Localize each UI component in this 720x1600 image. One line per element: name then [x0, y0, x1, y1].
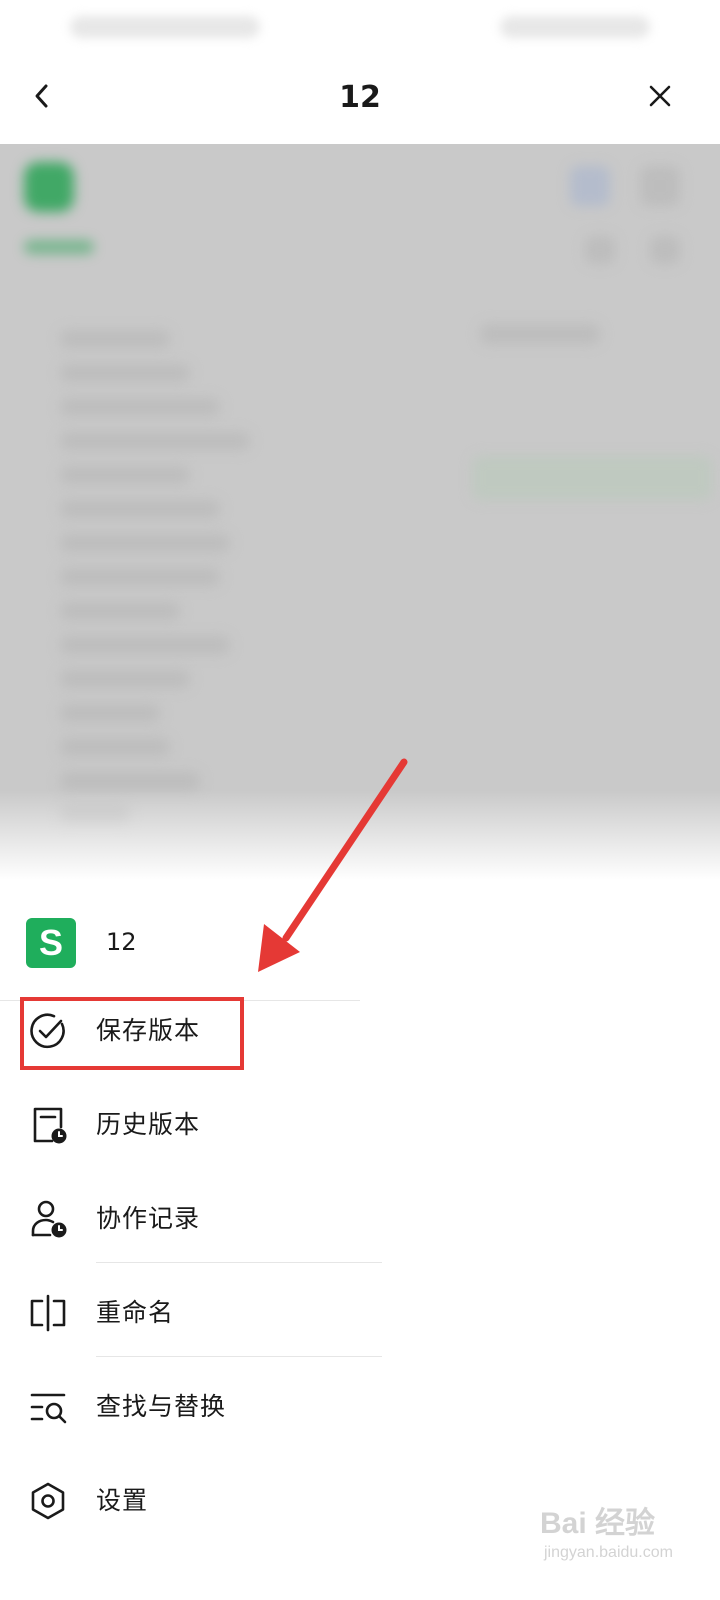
- menu-divider: [96, 1356, 382, 1357]
- page-title: 12: [339, 80, 381, 115]
- menu-item-find-replace[interactable]: 查找与替换: [0, 1360, 720, 1454]
- preview-row-3: [60, 398, 220, 416]
- preview-toolbar-icon-2: [650, 236, 680, 264]
- baidu-watermark: Bai 经验 jingyan.baidu.com: [540, 1494, 700, 1574]
- preview-row-14: [60, 772, 200, 790]
- status-bar-left-blur: [70, 16, 260, 38]
- user-clock-icon: [31, 1200, 67, 1238]
- rename-icon: [30, 1294, 66, 1332]
- menu-divider: [96, 1262, 382, 1263]
- preview-row-13: [60, 738, 170, 756]
- find-replace-icon: [30, 1393, 67, 1424]
- menu-item-rename[interactable]: 重命名: [0, 1266, 720, 1360]
- back-button[interactable]: [22, 76, 62, 116]
- preview-row-1: [60, 330, 170, 348]
- preview-row-7: [60, 534, 230, 552]
- menu-item-label: 设置: [96, 1486, 149, 1515]
- document-preview-background: [0, 144, 720, 880]
- preview-row-11: [60, 670, 190, 688]
- preview-side-panel: [472, 456, 712, 500]
- preview-row-5: [60, 466, 190, 484]
- preview-row-9: [60, 602, 180, 620]
- menu-item-label: 历史版本: [96, 1110, 201, 1139]
- preview-green-tab: [24, 240, 94, 254]
- menu-item-label: 协作记录: [96, 1204, 201, 1233]
- watermark-logo-text: Bai 经验: [540, 1507, 656, 1540]
- preview-row-6: [60, 500, 220, 518]
- preview-row-12: [60, 704, 160, 722]
- chevron-left-icon: [35, 84, 48, 108]
- preview-top-right-menu: [640, 166, 680, 206]
- close-icon: [649, 85, 671, 107]
- close-button[interactable]: [640, 76, 680, 116]
- preview-row-2: [60, 364, 190, 382]
- preview-fade: [0, 790, 720, 880]
- menu-item-collaboration-records[interactable]: 协作记录: [0, 1172, 720, 1266]
- status-bar-right-blur: [500, 16, 650, 38]
- watermark-url: jingyan.baidu.com: [544, 1544, 673, 1561]
- menu-item-label: 查找与替换: [96, 1392, 227, 1421]
- preview-row-4: [60, 432, 250, 450]
- top-navigation-bar: 12: [0, 50, 720, 144]
- preview-app-logo: [24, 162, 74, 212]
- settings-hexagon-icon: [31, 1482, 65, 1520]
- status-bar: [0, 0, 720, 50]
- preview-row-8: [60, 568, 220, 586]
- file-actions-sheet: S 12 保存版本 历史版本 协作记录 重命名 查找与替换 设置: [0, 880, 720, 1600]
- preview-row-10: [60, 636, 230, 654]
- history-document-icon: [33, 1107, 67, 1144]
- file-name: 12: [106, 928, 137, 956]
- highlight-box-save-version: [20, 997, 244, 1070]
- preview-toolbar-icon-1: [585, 236, 615, 264]
- preview-side-item-1: [480, 324, 600, 344]
- menu-item-history-version[interactable]: 历史版本: [0, 1078, 720, 1172]
- spreadsheet-file-icon: S: [26, 918, 76, 968]
- preview-top-right-icon: [570, 166, 610, 206]
- menu-item-label: 重命名: [96, 1298, 175, 1327]
- file-info-row: S 12: [0, 898, 720, 982]
